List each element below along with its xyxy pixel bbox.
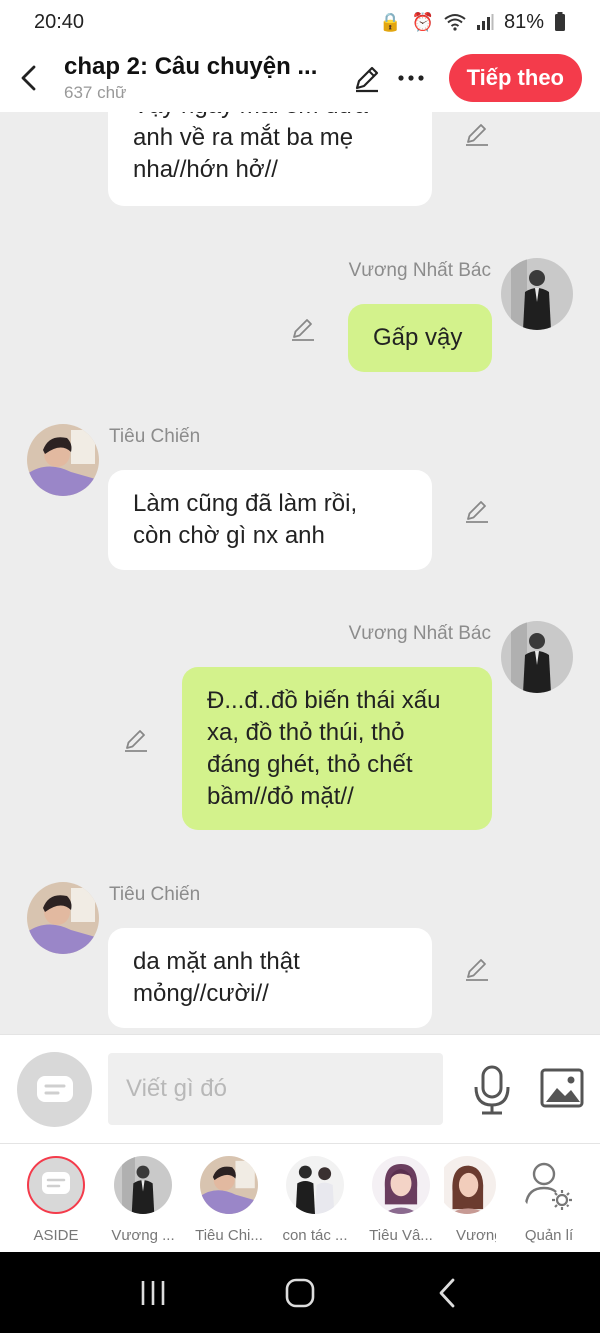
chevron-left-icon	[21, 65, 36, 91]
more-icon	[398, 75, 424, 81]
character-label: Tiêu Chi...	[195, 1227, 263, 1244]
character-avatar	[444, 1156, 496, 1214]
character-con-tac-gia[interactable]: con tác ...	[272, 1156, 358, 1244]
aside-avatar	[27, 1156, 85, 1214]
pencil-icon	[355, 66, 378, 93]
recent-apps-icon	[142, 1280, 165, 1305]
back-button[interactable]	[14, 64, 42, 92]
character-vuong-2[interactable]: Vương	[444, 1156, 496, 1244]
status-time: 20:40	[34, 10, 85, 33]
message-line: anh về ra mắt ba mẹ	[133, 124, 354, 151]
character-label: Vương	[456, 1227, 496, 1244]
recent-apps-button[interactable]	[133, 1273, 173, 1313]
manage-icon-wrap	[520, 1156, 578, 1214]
message-line: Vậy ngày mai em đưa	[133, 112, 407, 122]
message-bubble[interactable]: da mặt anh thật mỏng//cười//	[108, 928, 432, 1028]
edit-message-icon[interactable]	[122, 726, 150, 754]
wifi-icon	[444, 14, 466, 31]
character-avatar	[372, 1156, 430, 1214]
message-input[interactable]	[108, 1053, 443, 1125]
home-button[interactable]	[280, 1273, 320, 1313]
character-bar: ASIDE Vương ... Tiêu Chi... con tác ... …	[0, 1144, 600, 1252]
sender-name: Tiêu Chiến	[109, 884, 201, 905]
character-label: Tiêu Vâ...	[369, 1227, 433, 1244]
character-label: Vương ...	[111, 1227, 175, 1244]
edit-message-icon[interactable]	[463, 497, 491, 525]
message-line: Đ...đ..đồ biến thái xấu	[207, 687, 441, 714]
chapter-title-box[interactable]: chap 2: Câu chuyện ... 637 chữ	[64, 53, 339, 103]
signal-icon	[476, 14, 494, 30]
message-bubble[interactable]: Làm cũng đã làm rồi, còn chờ gì nx anh	[108, 470, 432, 570]
user-settings-icon	[524, 1162, 572, 1210]
message-line: còn chờ gì nx anh	[133, 522, 325, 549]
chapter-title: chap 2: Câu chuyện ...	[64, 53, 318, 80]
character-avatar	[114, 1156, 172, 1214]
sender-name: Vương Nhất Bác	[348, 623, 491, 644]
character-label: ASIDE	[33, 1227, 79, 1244]
battery-icon	[555, 12, 565, 31]
message-line: bầm//đỏ mặt//	[207, 783, 354, 810]
edit-title-button[interactable]	[351, 62, 383, 94]
character-avatar	[286, 1156, 344, 1214]
avatar-tieu-chien[interactable]	[27, 882, 99, 954]
edit-message-icon[interactable]	[289, 315, 317, 343]
aside-message-icon	[36, 1075, 73, 1102]
compose-bar	[0, 1034, 600, 1144]
alarm-icon: ⏰	[411, 11, 434, 32]
message-line: Làm cũng đã làm rồi,	[133, 490, 358, 517]
message-line: nha//hớn hở//	[133, 156, 278, 183]
character-label: con tác ...	[282, 1227, 348, 1244]
message-line: mỏng//cười//	[133, 980, 269, 1007]
avatar-vuong-nhat-bac[interactable]	[501, 621, 573, 693]
character-label: Quản lí	[524, 1227, 574, 1244]
lock-icon: 🔒	[379, 11, 402, 32]
chevron-left-icon	[439, 1278, 455, 1307]
character-vuong-nhat-bac[interactable]: Vương ...	[100, 1156, 186, 1244]
editor-header: chap 2: Câu chuyện ... 637 chữ Tiếp theo	[0, 44, 600, 112]
avatar-vuong-nhat-bac[interactable]	[501, 258, 573, 330]
next-button[interactable]: Tiếp theo	[448, 54, 582, 102]
back-nav-button[interactable]	[427, 1273, 467, 1313]
avatar-tieu-chien[interactable]	[27, 424, 99, 496]
message-bubble[interactable]: Vậy ngày mai em đưa anh về ra mắt ba mẹ …	[108, 112, 432, 206]
message-line: da mặt anh thật	[133, 948, 300, 975]
microphone-icon[interactable]	[470, 1065, 514, 1115]
sender-name: Vương Nhất Bác	[348, 260, 491, 281]
edit-message-icon[interactable]	[463, 120, 491, 148]
message-line: Gấp vậy	[373, 324, 463, 351]
image-icon[interactable]	[540, 1068, 584, 1108]
aside-toggle-button[interactable]	[17, 1052, 92, 1127]
message-bubble[interactable]: Gấp vậy	[348, 304, 492, 372]
character-avatar	[200, 1156, 258, 1214]
character-tieu-chien[interactable]: Tiêu Chi...	[186, 1156, 272, 1244]
aside-message-icon	[42, 1172, 70, 1194]
character-aside[interactable]: ASIDE	[13, 1156, 99, 1244]
sender-name: Tiêu Chiến	[109, 426, 201, 447]
chat-area[interactable]: Vậy ngày mai em đưa anh về ra mắt ba mẹ …	[0, 112, 600, 1034]
status-bar: 20:40 🔒 ⏰ 81%	[0, 0, 600, 44]
manage-characters-button[interactable]: Quản lí	[504, 1156, 594, 1244]
system-nav-bar	[0, 1252, 600, 1333]
edit-message-icon[interactable]	[463, 955, 491, 983]
message-bubble[interactable]: Đ...đ..đồ biến thái xấu xa, đồ thỏ thúi,…	[182, 667, 492, 830]
status-icons: 🔒 ⏰ 81%	[379, 11, 566, 34]
message-line: đáng ghét, thỏ chết	[207, 751, 413, 778]
battery-level: 81%	[503, 10, 544, 33]
word-count: 637 chữ	[64, 83, 127, 102]
message-line: xa, đồ thỏ thúi, thỏ	[207, 719, 405, 746]
character-tieu-van[interactable]: Tiêu Vâ...	[358, 1156, 444, 1244]
home-icon	[285, 1278, 315, 1307]
more-options-button[interactable]	[395, 62, 427, 94]
